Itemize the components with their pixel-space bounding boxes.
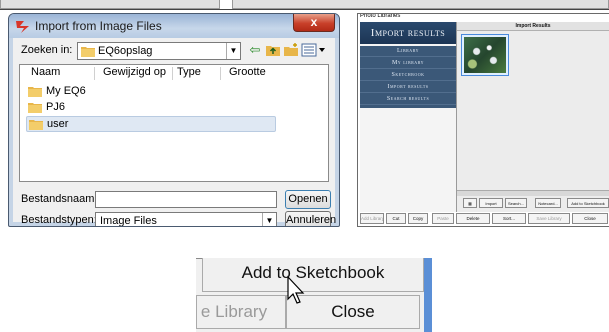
view-menu-icon[interactable] <box>301 42 327 58</box>
folder-up-icon[interactable] <box>265 42 281 58</box>
delete-button[interactable]: Delete <box>456 213 490 224</box>
library-window-title: Photo Libraries <box>360 13 401 19</box>
look-in-select[interactable]: EQ6opslag ▼ <box>77 42 241 60</box>
import-button[interactable]: Import <box>479 198 503 208</box>
file-list[interactable]: Naam Gewijzigd op Type Grootte My EQ6 PJ… <box>19 64 329 182</box>
menu-item-my-library[interactable]: My library <box>360 58 456 69</box>
notecard-button[interactable]: Notecard... <box>535 198 561 208</box>
back-arrow-icon[interactable]: ⇦ <box>247 42 263 58</box>
library-toolbar: ▦ Import Search... Notecard... Add to Sk… <box>457 198 609 210</box>
paste-button[interactable]: Paste <box>432 213 454 224</box>
folder-icon <box>81 47 95 57</box>
menu-item-sketchbook[interactable]: Sketchbook <box>360 70 456 81</box>
dialog-title: Import from Image Files <box>35 19 162 33</box>
look-in-label: Zoeken in: <box>21 44 73 56</box>
search-button[interactable]: Search... <box>505 198 527 208</box>
filetype-label: Bestandstypen: <box>21 214 97 226</box>
add-to-sketchbook-button-zoomed[interactable]: Add to Sketchbook <box>202 258 424 292</box>
dialog-titlebar[interactable]: Import from Image Files x <box>9 14 339 38</box>
filename-label: Bestandsnaam: <box>21 193 98 205</box>
cut-button[interactable]: Cut <box>386 213 406 224</box>
dialog-body: Zoeken in: EQ6opslag ▼ ⇦ Naam Gewijzigd … <box>13 38 336 226</box>
file-name: user <box>47 118 69 130</box>
new-folder-icon[interactable] <box>283 42 299 58</box>
filename-input[interactable] <box>95 191 277 208</box>
look-in-value: EQ6opslag <box>98 45 153 57</box>
filetype-value: Image Files <box>100 215 157 227</box>
photo-thumbnail[interactable] <box>461 34 509 76</box>
add-to-sketchbook-button[interactable]: Add to Sketchbook <box>567 198 609 208</box>
filetype-select[interactable]: Image Files ▼ <box>95 212 277 227</box>
file-name: PJ6 <box>46 101 65 113</box>
add-library-button[interactable]: Add Library <box>360 213 384 224</box>
mouse-cursor-icon <box>287 275 305 304</box>
view-grid-icon[interactable]: ▦ <box>463 198 477 208</box>
save-library-button[interactable]: Save Library <box>528 213 570 224</box>
horizontal-scrollbar[interactable] <box>457 190 609 196</box>
cancel-button[interactable]: Annuleren <box>285 211 336 226</box>
menu-item-library[interactable]: Library <box>360 46 456 57</box>
window-edge <box>424 258 432 332</box>
top-strip <box>0 0 609 10</box>
chevron-down-icon[interactable]: ▼ <box>262 213 276 226</box>
column-header-type[interactable]: Type <box>174 66 201 81</box>
close-library-button[interactable]: Close <box>572 213 608 224</box>
photo-libraries-window: Photo Libraries Import results Library M… <box>357 13 609 227</box>
file-name: My EQ6 <box>46 85 86 97</box>
import-dialog: Import from Image Files x Zoeken in: EQ6… <box>8 13 340 227</box>
menu-item-search-results[interactable]: Search results <box>360 94 456 105</box>
library-titlebar: Photo Libraries <box>358 14 609 22</box>
column-header-modified[interactable]: Gewijzigd op <box>100 66 166 81</box>
folder-icon <box>28 87 42 97</box>
column-header-size[interactable]: Grootte <box>226 66 266 81</box>
folder-icon <box>28 103 42 113</box>
chevron-down-icon[interactable]: ▼ <box>226 43 240 59</box>
library-header: Import results <box>360 22 456 44</box>
column-header-name[interactable]: Naam <box>28 66 60 81</box>
list-item-selected[interactable]: user <box>26 116 276 132</box>
copy-button[interactable]: Copy <box>408 213 428 224</box>
library-bottom-bar: Add Library Cut Copy Paste Delete Sort..… <box>360 213 609 225</box>
list-item[interactable]: PJ6 <box>26 100 276 116</box>
sort-button[interactable]: Sort... <box>492 213 526 224</box>
library-menu: Library My library Sketchbook Import res… <box>360 46 456 108</box>
open-button[interactable]: Openen <box>285 190 331 209</box>
photo-image <box>464 37 506 73</box>
library-button-label: e Library <box>200 302 268 321</box>
library-button-zoomed[interactable]: e Library <box>196 295 286 329</box>
library-sidebar: Import results Library My library Sketch… <box>360 22 456 212</box>
list-item[interactable]: My EQ6 <box>26 84 276 100</box>
folder-icon <box>29 120 43 130</box>
menu-item-import-results[interactable]: Import results <box>360 82 456 93</box>
close-button[interactable]: x <box>293 14 335 32</box>
app-logo-icon <box>16 21 29 33</box>
library-main: Import Results ▦ Import Search... Noteca… <box>456 22 609 212</box>
main-header: Import Results <box>457 22 609 31</box>
